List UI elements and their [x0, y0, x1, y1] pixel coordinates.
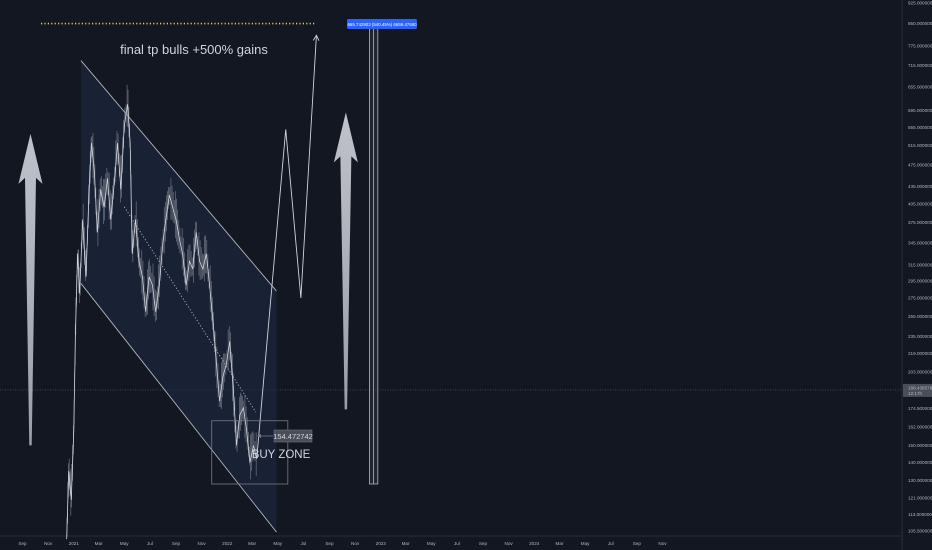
y-tick-label: 715.000000	[908, 63, 932, 68]
x-tick-label: May	[427, 541, 436, 546]
y-tick-label: 515.000000	[908, 143, 932, 148]
y-tick-label: 275.000000	[908, 296, 932, 301]
y-tick-label: 140.000000	[908, 460, 932, 465]
x-tick-label: Jul	[147, 541, 153, 546]
x-tick-label: Sep	[172, 541, 181, 546]
y-tick-label: 219.000000	[908, 351, 932, 356]
x-tick-label: May	[120, 541, 129, 546]
y-tick-label: 655.000000	[908, 85, 932, 90]
current-price-countdown: 12:17h	[908, 391, 922, 396]
y-tick-label: 435.000000	[908, 184, 932, 189]
x-tick-label: Sep	[479, 541, 488, 546]
x-tick-label: Sep	[18, 541, 27, 546]
y-tick-label: 235.000000	[908, 334, 932, 339]
y-tick-label: 121.000000	[908, 495, 932, 500]
x-tick-label: Mar	[556, 541, 564, 546]
y-tick-label: 375.000000	[908, 220, 932, 225]
x-tick-label: 2021	[69, 541, 80, 546]
y-tick-label: 203.000000	[908, 369, 932, 374]
y-tick-label: 162.000000	[908, 424, 932, 429]
y-tick-label: 174.500000	[908, 406, 932, 411]
x-tick-label: Sep	[633, 541, 642, 546]
x-tick-label: May	[581, 541, 590, 546]
y-tick-label: 850.000000	[908, 21, 932, 26]
y-tick-label: 555.000000	[908, 125, 932, 130]
y-tick-label: 475.000000	[908, 163, 932, 168]
buy-price-text: 154.472742	[273, 432, 313, 441]
x-tick-label: Nov	[658, 541, 667, 546]
x-tick-label: 2022	[222, 541, 233, 546]
y-tick-label: 130.000000	[908, 478, 932, 483]
x-tick-label: Sep	[325, 541, 334, 546]
target-label: final tp bulls +500% gains	[120, 42, 268, 57]
price-chart[interactable]: final tp bulls +500% gains BUY ZONE 154.47…	[0, 0, 932, 550]
x-tick-label: Mar	[95, 541, 103, 546]
x-tick-label: May	[273, 541, 282, 546]
y-tick-label: 150.000000	[908, 443, 932, 448]
buy-zone-label: BUY ZONE	[252, 449, 311, 461]
y-tick-label: 405.000000	[908, 201, 932, 206]
x-tick-label: Jul	[300, 541, 306, 546]
y-tick-label: 295.000000	[908, 279, 932, 284]
y-tick-label: 595.000000	[908, 108, 932, 113]
x-tick-label: Jul	[608, 541, 614, 546]
y-tick-label: 345.000000	[908, 240, 932, 245]
measure-badge-text: 665.742903 (540.45%) 6659.47680	[347, 22, 417, 27]
x-tick-label: 2024	[529, 541, 540, 546]
x-tick-label: Nov	[505, 541, 514, 546]
x-tick-label: Mar	[248, 541, 256, 546]
x-tick-label: Jul	[454, 541, 460, 546]
y-tick-label: 255.000000	[908, 314, 932, 319]
y-tick-label: 113.000000	[908, 512, 932, 517]
x-tick-label: Mar	[402, 541, 410, 546]
x-tick-label: Nov	[44, 541, 53, 546]
y-tick-label: 775.000000	[908, 44, 932, 49]
x-tick-label: Nov	[351, 541, 360, 546]
y-tick-label: 925.000000	[908, 1, 932, 6]
current-price-value: 188.438579	[908, 385, 932, 390]
y-tick-label: 315.000000	[908, 263, 932, 268]
y-tick-label: 105.500000	[908, 529, 932, 534]
x-tick-label: 2023	[376, 541, 387, 546]
x-tick-label: Nov	[198, 541, 207, 546]
